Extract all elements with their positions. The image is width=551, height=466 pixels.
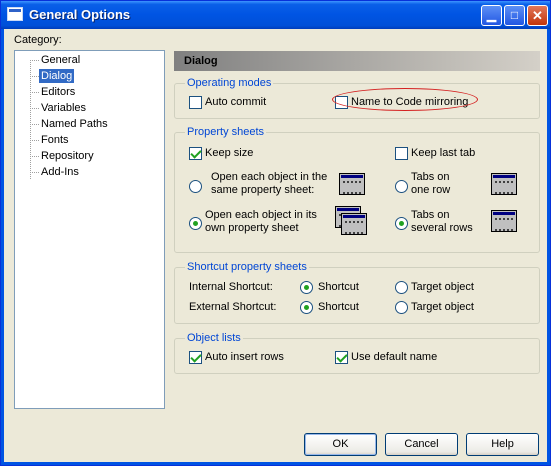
open-own-sheet-label-line1[interactable]: Open each object in its (205, 209, 317, 221)
keep-last-tab-label[interactable]: Keep last tab (411, 147, 475, 159)
maximize-icon: □ (510, 8, 519, 22)
property-sheets-group: Property sheets Keep size Keep last tab … (174, 126, 540, 253)
tree-line (30, 156, 39, 157)
single-window-icon (339, 173, 365, 195)
auto-insert-rows-checkbox[interactable] (189, 351, 202, 364)
tree-line (30, 60, 39, 61)
shortcut-sheets-group: Shortcut property sheets Internal Shortc… (174, 261, 540, 324)
tabs-several-rows-radio[interactable] (395, 217, 408, 230)
tree-item-general[interactable]: General (39, 53, 82, 67)
auto-commit-checkbox[interactable] (189, 96, 202, 109)
open-same-sheet-label-line2[interactable]: same property sheet: (211, 184, 314, 196)
tabs-one-row-label-line2[interactable]: one row (411, 184, 450, 196)
tree-line (30, 108, 39, 109)
window-icon (7, 7, 23, 21)
open-same-sheet-label-line1[interactable]: Open each object in the (211, 171, 327, 183)
tabs-several-rows-icon (491, 210, 517, 232)
keep-last-tab-checkbox[interactable] (395, 147, 408, 160)
external-target-radio[interactable] (395, 301, 408, 314)
red-annotation-ellipse (332, 88, 478, 111)
close-button[interactable]: ✕ (527, 5, 548, 26)
tabs-one-row-label-line1[interactable]: Tabs on (411, 171, 450, 183)
open-own-sheet-label-line2[interactable]: own property sheet (205, 222, 299, 234)
internal-shortcut-label: Internal Shortcut: (189, 281, 273, 293)
shortcut-sheets-title: Shortcut property sheets (185, 261, 309, 273)
auto-commit-label[interactable]: Auto commit (205, 96, 266, 108)
tree-item-dialog[interactable]: Dialog (39, 69, 75, 83)
tabs-several-rows-label-line2[interactable]: several rows (411, 222, 473, 234)
tree-line (30, 60, 31, 179)
maximize-button[interactable]: □ (504, 5, 525, 26)
stacked-windows-icon (341, 213, 367, 235)
keep-size-label[interactable]: Keep size (205, 147, 253, 159)
external-shortcut-radio[interactable] (300, 301, 313, 314)
ok-button[interactable]: OK (304, 433, 377, 456)
external-target-option[interactable]: Target object (411, 301, 474, 313)
category-tree[interactable]: General Dialog Editors Variables Named P… (14, 50, 165, 409)
tree-line (30, 140, 39, 141)
use-default-name-checkbox[interactable] (335, 351, 348, 364)
tabs-several-rows-label-line1[interactable]: Tabs on (411, 209, 450, 221)
dialog-client-area: Category: General Dialog Editors Variabl… (4, 29, 547, 462)
tree-item-named-paths[interactable]: Named Paths (39, 117, 110, 131)
tree-item-add-ins[interactable]: Add-Ins (39, 165, 81, 179)
category-label: Category: (14, 34, 62, 46)
external-shortcut-option[interactable]: Shortcut (318, 301, 359, 313)
tree-item-editors[interactable]: Editors (39, 85, 77, 99)
minimize-button[interactable]: ▁ (481, 5, 502, 26)
window-title: General Options (29, 7, 131, 22)
cancel-button[interactable]: Cancel (385, 433, 458, 456)
external-shortcut-label: External Shortcut: (189, 301, 277, 313)
keep-size-checkbox[interactable] (189, 147, 202, 160)
object-lists-title: Object lists (185, 332, 243, 344)
object-lists-group: Object lists Auto insert rows Use defaul… (174, 332, 540, 374)
tree-item-fonts[interactable]: Fonts (39, 133, 71, 147)
general-options-window: General Options ▁ □ ✕ Category: General … (0, 0, 551, 466)
internal-target-radio[interactable] (395, 281, 408, 294)
operating-modes-title: Operating modes (185, 77, 274, 89)
tree-line (30, 124, 39, 125)
tree-line (30, 92, 39, 93)
tree-line (30, 76, 39, 77)
title-bar[interactable]: General Options ▁ □ ✕ (1, 1, 550, 29)
tree-line (30, 172, 39, 173)
panel-header: Dialog (174, 51, 540, 71)
tree-item-variables[interactable]: Variables (39, 101, 88, 115)
internal-target-option[interactable]: Target object (411, 281, 474, 293)
internal-shortcut-radio[interactable] (300, 281, 313, 294)
help-button[interactable]: Help (466, 433, 539, 456)
close-icon: ✕ (532, 8, 543, 23)
internal-shortcut-option[interactable]: Shortcut (318, 281, 359, 293)
minimize-icon: ▁ (486, 8, 497, 22)
open-same-sheet-radio[interactable] (189, 180, 202, 193)
property-sheets-title: Property sheets (185, 126, 267, 138)
auto-insert-rows-label[interactable]: Auto insert rows (205, 351, 284, 363)
tabs-one-row-icon (491, 173, 517, 195)
tree-item-repository[interactable]: Repository (39, 149, 96, 163)
tabs-one-row-radio[interactable] (395, 180, 408, 193)
use-default-name-label[interactable]: Use default name (351, 351, 437, 363)
panel-title: Dialog (184, 55, 218, 67)
open-own-sheet-radio[interactable] (189, 217, 202, 230)
